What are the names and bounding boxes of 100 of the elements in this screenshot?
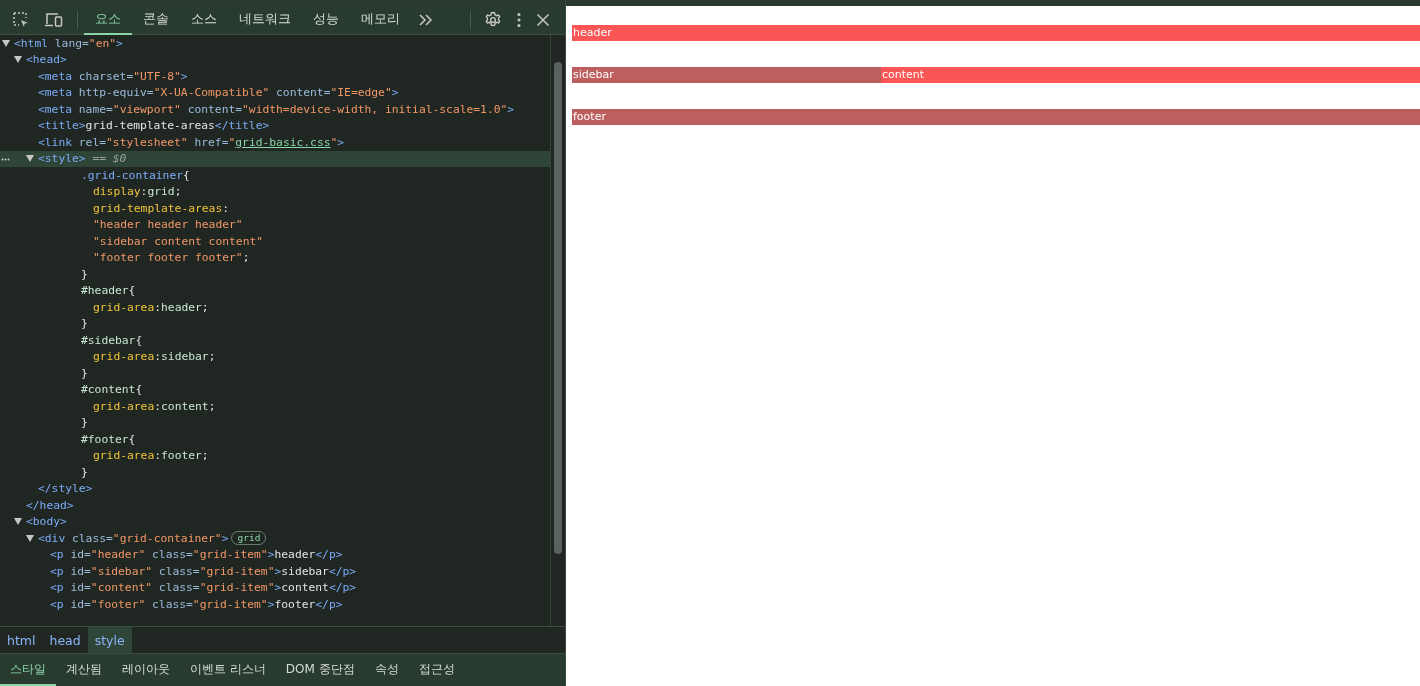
tree-row[interactable]: } bbox=[0, 464, 550, 481]
code-line: } bbox=[81, 366, 88, 380]
code-line: <p id="content" class="grid-item">content</p> bbox=[50, 581, 357, 595]
tree-row[interactable]: "header header header" bbox=[0, 216, 550, 233]
code-line: display:grid; bbox=[93, 185, 182, 199]
tree-row[interactable]: } bbox=[0, 365, 550, 382]
tree-row[interactable]: } bbox=[0, 266, 550, 283]
tree-row[interactable]: <title>grid-template-areas</title> bbox=[0, 117, 550, 134]
tree-row[interactable]: #content{ bbox=[0, 381, 550, 398]
code-line: <body> bbox=[26, 515, 67, 529]
tree-row[interactable]: <meta charset="UTF-8"> bbox=[0, 68, 550, 85]
code-line: <meta http-equiv="X-UA-Compatible" content="IE=edge"> bbox=[38, 86, 399, 100]
code-line: grid-area:header; bbox=[93, 300, 209, 314]
breadcrumb[interactable]: style bbox=[87, 627, 132, 653]
collapse-triangle-icon[interactable] bbox=[14, 518, 22, 526]
tree-row[interactable]: #footer{ bbox=[0, 431, 550, 448]
collapse-triangle-icon[interactable] bbox=[26, 155, 34, 163]
panel-tab[interactable]: 메모리 bbox=[350, 5, 411, 35]
more-options-icon[interactable] bbox=[516, 12, 522, 28]
tree-row[interactable]: <link rel="stylesheet" href="grid-basic.css"> bbox=[0, 134, 550, 151]
scrollbar-thumb[interactable] bbox=[554, 62, 562, 554]
grid-item: content bbox=[881, 67, 1420, 83]
code-line: #content{ bbox=[81, 383, 143, 397]
inspect-element-icon[interactable] bbox=[12, 11, 30, 29]
tree-row[interactable]: <html lang="en"> bbox=[0, 35, 550, 52]
panel-tab[interactable]: 레이아웃 bbox=[112, 654, 180, 686]
tree-row[interactable]: <p id="header" class="grid-item">header</p> bbox=[0, 546, 550, 563]
tree-row[interactable]: grid-template-areas: bbox=[0, 200, 550, 217]
code-line: } bbox=[81, 465, 88, 479]
tree-row[interactable]: "footer footer footer"; bbox=[0, 249, 550, 266]
code-line: <p id="header" class="grid-item">header</p> bbox=[50, 548, 343, 562]
tree-row[interactable]: <div class="grid-container"> grid bbox=[0, 530, 550, 547]
code-line: <head> bbox=[26, 53, 67, 67]
code-line: #footer{ bbox=[81, 432, 136, 446]
tree-row[interactable]: </style> bbox=[0, 480, 550, 497]
tree-row[interactable]: } bbox=[0, 414, 550, 431]
tree-row[interactable]: <p id="content" class="grid-item">content</p> bbox=[0, 579, 550, 596]
tree-row[interactable]: } bbox=[0, 315, 550, 332]
tree-row[interactable]: grid-area:sidebar; bbox=[0, 348, 550, 365]
collapse-triangle-icon[interactable] bbox=[26, 534, 34, 542]
tree-row[interactable]: <p id="footer" class="grid-item">footer</p> bbox=[0, 596, 550, 613]
tree-row[interactable]: "sidebar content content" bbox=[0, 233, 550, 250]
tree-row[interactable]: grid-area:footer; bbox=[0, 447, 550, 464]
collapse-triangle-icon[interactable] bbox=[14, 56, 22, 64]
panel-tab[interactable]: 성능 bbox=[302, 5, 350, 35]
tree-row[interactable]: grid-area:content; bbox=[0, 398, 550, 415]
panel-tab[interactable]: 접근성 bbox=[408, 654, 465, 686]
tree-row[interactable]: <meta http-equiv="X-UA-Compatible" content="IE=edge"> bbox=[0, 84, 550, 101]
code-line: .grid-container{ bbox=[81, 168, 190, 182]
code-line: <p id="footer" class="grid-item">footer</p> bbox=[50, 597, 343, 611]
more-tabs-icon[interactable] bbox=[418, 14, 434, 26]
tree-row[interactable]: <head> bbox=[0, 51, 550, 68]
tree-row[interactable]: #sidebar{ bbox=[0, 332, 550, 349]
tree-row[interactable]: display:grid; bbox=[0, 183, 550, 200]
code-line: <link rel="stylesheet" href="grid-basic.css"> bbox=[38, 135, 345, 149]
tree-row[interactable]: </head> bbox=[0, 497, 550, 514]
code-line: grid-area:footer; bbox=[93, 449, 209, 463]
tree-row[interactable]: <p id="sidebar" class="grid-item">sidebar</p> bbox=[0, 563, 550, 580]
tree-row[interactable]: #header{ bbox=[0, 282, 550, 299]
code-line: <meta name="viewport" content="width=device-width, initial-scale=1.0"> bbox=[38, 102, 515, 116]
code-line: <meta charset="UTF-8"> bbox=[38, 69, 188, 83]
device-toolbar-icon[interactable] bbox=[44, 11, 64, 29]
code-line: <title>grid-template-areas</title> bbox=[38, 119, 270, 133]
panel-tab[interactable]: 속성 bbox=[364, 654, 409, 686]
panel-tab[interactable]: 네트워크 bbox=[228, 5, 302, 35]
panel-tab[interactable]: 계산됨 bbox=[56, 654, 112, 686]
collapse-triangle-icon[interactable] bbox=[2, 39, 10, 47]
code-line: #header{ bbox=[81, 284, 136, 298]
breadcrumb[interactable]: head bbox=[42, 627, 88, 653]
code-line: } bbox=[81, 416, 88, 430]
code-line: <html lang="en"> bbox=[14, 36, 123, 50]
panel-tab[interactable]: DOM 중단점 bbox=[275, 654, 365, 686]
code-line: <div class="grid-container"> bbox=[38, 531, 229, 545]
more-icon[interactable] bbox=[1, 157, 10, 161]
code-line: <style> == $0 bbox=[38, 152, 127, 166]
file-link[interactable]: grid-basic.css bbox=[235, 135, 331, 149]
code-line: "sidebar content content" bbox=[93, 234, 264, 248]
breadcrumb[interactable]: html bbox=[0, 627, 43, 653]
code-line: #sidebar{ bbox=[81, 333, 143, 347]
panel-tab[interactable]: 요소 bbox=[84, 5, 132, 35]
panel-tab[interactable]: 소스 bbox=[180, 5, 228, 35]
grid-item: header bbox=[572, 25, 1420, 41]
tree-row[interactable]: .grid-container{ bbox=[0, 167, 550, 184]
tree-row[interactable]: <body> bbox=[0, 513, 550, 530]
tree-row[interactable]: <meta name="viewport" content="width=device-width, initial-scale=1.0"> bbox=[0, 101, 550, 118]
tree-row[interactable]: <style> == $0 bbox=[0, 150, 550, 167]
code-line: </style> bbox=[38, 482, 93, 496]
code-line: grid-area:sidebar; bbox=[93, 350, 216, 364]
tree-row[interactable]: grid-area:header; bbox=[0, 299, 550, 316]
close-icon[interactable] bbox=[536, 13, 550, 27]
grid-item: sidebar bbox=[572, 67, 881, 83]
code-line: "footer footer footer"; bbox=[93, 251, 250, 265]
grid-item: footer bbox=[572, 109, 1420, 125]
panel-tab[interactable]: 스타일 bbox=[0, 654, 56, 686]
panel-tab[interactable]: 이벤트 리스너 bbox=[180, 654, 276, 686]
code-line: } bbox=[81, 267, 88, 281]
code-line: <p id="sidebar" class="grid-item">sidebar</p> bbox=[50, 564, 357, 578]
code-line: } bbox=[81, 317, 88, 331]
settings-icon[interactable] bbox=[484, 11, 502, 29]
panel-tab[interactable]: 콘솔 bbox=[132, 5, 180, 35]
